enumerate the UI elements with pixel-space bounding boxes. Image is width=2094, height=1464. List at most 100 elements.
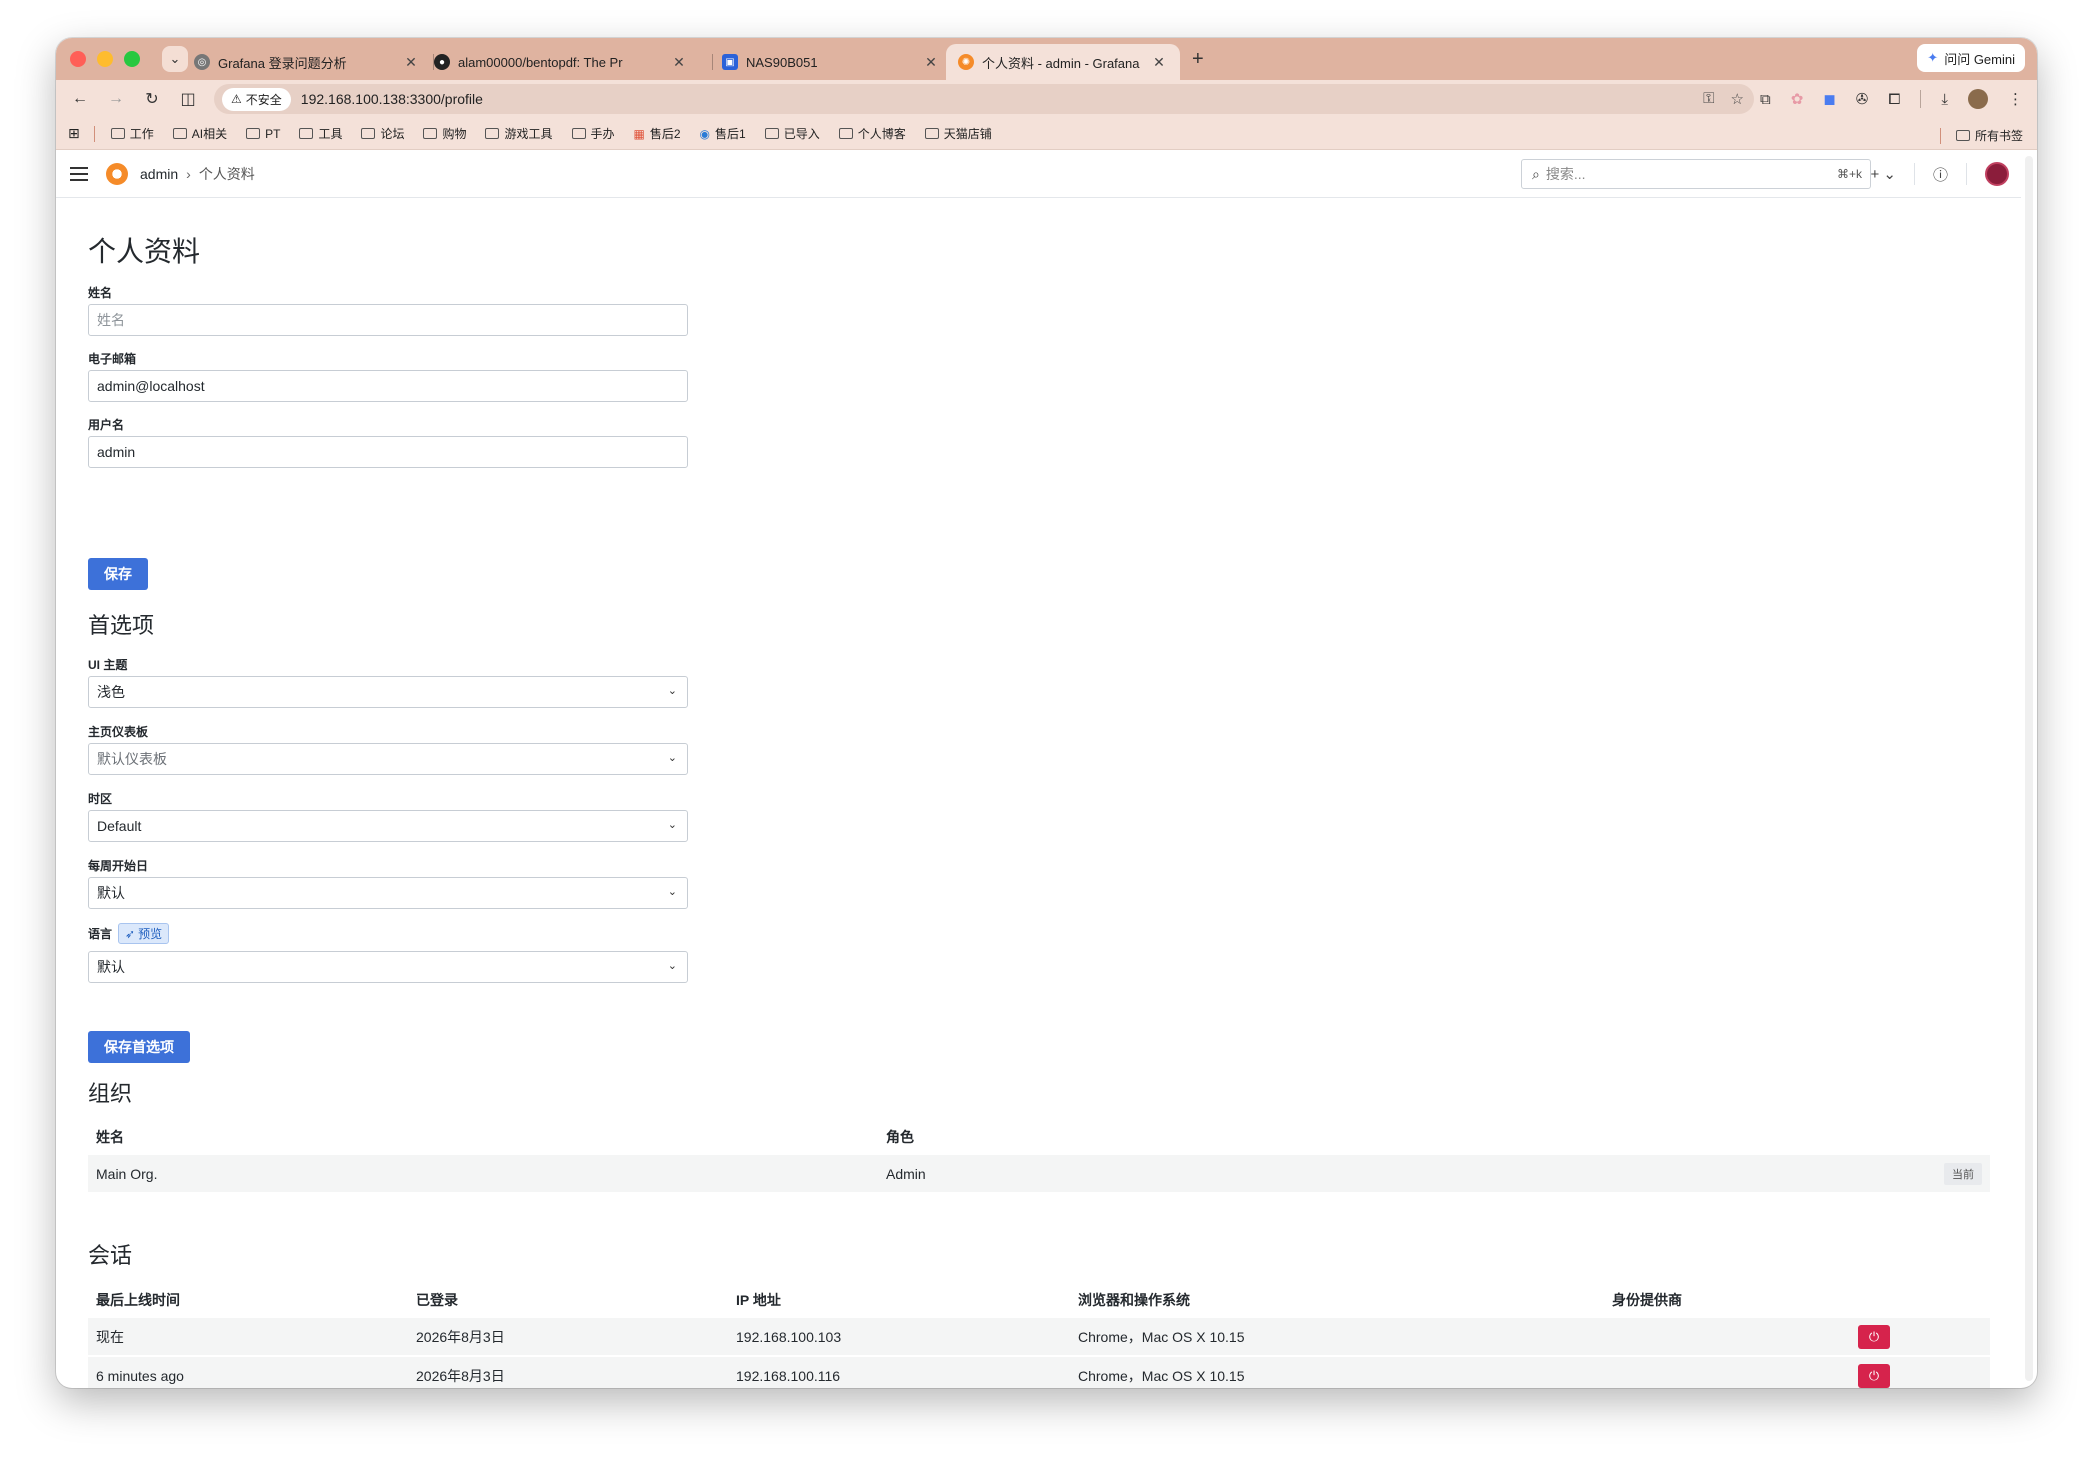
close-window-button[interactable]: [70, 51, 86, 67]
more-menu-icon[interactable]: ⋮: [2008, 90, 2023, 108]
breadcrumb-current: 个人资料: [198, 165, 255, 182]
save-preferences-button[interactable]: 保存首选项: [88, 1031, 190, 1063]
browser-tab-4-active[interactable]: ✺ 个人资料 - admin - Grafana ✕: [946, 44, 1180, 80]
chevron-down-icon: ⌄: [667, 752, 677, 764]
search-placeholder: 搜索...: [1545, 166, 1586, 182]
week-start-select[interactable]: 默认 ⌄: [88, 877, 688, 909]
bookmark-folder[interactable]: 购物: [423, 125, 466, 142]
revoke-session-button[interactable]: ⏻: [1858, 1324, 1890, 1349]
rocket-icon: ➶: [125, 926, 136, 941]
password-key-icon[interactable]: ⚿: [1703, 90, 1714, 108]
email-input[interactable]: [88, 370, 688, 402]
extension-icons: ⧉ ✿ ◼ ✇ ⧠ ⤓ ⋮: [1760, 89, 2023, 109]
language-label-row: 语言 ➶ 预览: [88, 923, 170, 944]
table-row: Main Org. Admin 当前: [88, 1155, 1990, 1192]
table-row: 现在 2026年8月3日 192.168.100.103 Chrome，Mac …: [88, 1318, 1990, 1355]
table-header: 最后上线时间 已登录 IP 地址 浏览器和操作系统 身份提供商: [96, 1291, 1682, 1308]
organizations-table: 姓名 角色 Main Org. Admin 当前: [88, 1118, 1990, 1194]
bookmark-folder[interactable]: 已导入: [764, 125, 820, 142]
bookmark-folder[interactable]: 手办: [571, 125, 615, 142]
bookmark-folder[interactable]: PT: [246, 127, 280, 141]
extensions-puzzle-icon[interactable]: ⧠: [1888, 91, 1900, 108]
table-row: 6 minutes ago 2026年8月3日 192.168.100.116 …: [88, 1357, 1990, 1388]
bookmark-folder[interactable]: 工作: [110, 125, 154, 142]
gemini-sparkle-icon: ✦: [1927, 50, 1939, 65]
all-bookmarks[interactable]: 所有书签: [1939, 127, 2023, 144]
grafana-logo-icon[interactable]: [106, 162, 128, 185]
close-tab-icon[interactable]: ✕: [1150, 54, 1168, 71]
username-input[interactable]: [88, 436, 688, 468]
user-avatar[interactable]: [1985, 162, 2009, 186]
folder-icon: [423, 128, 438, 139]
add-plus-dropdown-icon[interactable]: + ⌄: [1870, 165, 1896, 183]
theme-label: UI 主题: [88, 658, 128, 672]
new-tab-plus-icon[interactable]: +: [1192, 48, 1204, 71]
window-controls: [70, 51, 140, 67]
folder-icon: [838, 128, 853, 139]
browser-window: ⌄ ◎ Grafana 登录问题分析 ✕ ● alam00000/bentopd…: [56, 38, 2037, 1388]
folder-icon: [924, 128, 939, 139]
side-panel-icon[interactable]: ◫: [170, 89, 206, 109]
bookmark-folder[interactable]: 游戏工具: [485, 125, 553, 142]
maximize-window-button[interactable]: [124, 51, 140, 67]
pink-extension-icon[interactable]: ✿: [1791, 90, 1804, 108]
bookmark-folder[interactable]: AI相关: [172, 125, 227, 142]
power-icon: ⏻: [1868, 1367, 1880, 1383]
security-indicator[interactable]: ⚠ 不安全: [222, 87, 291, 111]
gemini-button[interactable]: ✦ 问问 Gemini: [1917, 44, 2025, 72]
week-start-label: 每周开始日: [88, 859, 149, 873]
search-bar[interactable]: ⌕ 搜索... ⌘+k: [1521, 159, 1871, 189]
language-select[interactable]: 默认 ⌄: [88, 951, 688, 983]
bookmark-folder[interactable]: 个人博客: [838, 125, 906, 142]
timezone-select[interactable]: Default ⌄: [88, 810, 688, 842]
forward-arrow-icon[interactable]: →: [98, 90, 134, 108]
screenshot-extension-icon[interactable]: ⧉: [1760, 91, 1771, 108]
home-dashboard-select[interactable]: 默认仪表板 ⌄: [88, 743, 688, 775]
bookmark-star-icon[interactable]: ☆: [1731, 90, 1744, 108]
reload-icon[interactable]: ↻: [134, 89, 170, 109]
theme-select[interactable]: 浅色 ⌄: [88, 676, 688, 708]
chatgpt-extension-icon[interactable]: ✇: [1856, 90, 1869, 108]
back-arrow-icon[interactable]: ←: [62, 90, 98, 108]
bookmark-folder[interactable]: 天猫店铺: [924, 125, 992, 142]
close-tab-icon[interactable]: ✕: [922, 54, 940, 71]
grafana-chat-favicon-icon: ◎: [194, 54, 210, 70]
bookmark-folder[interactable]: 论坛: [361, 125, 404, 142]
browser-toolbar: ← → ↻ ◫ ⚠ 不安全 192.168.100.138:3300/profi…: [56, 80, 2037, 118]
name-input[interactable]: [88, 304, 688, 336]
email-label: 电子邮箱: [88, 352, 137, 366]
profile-avatar[interactable]: [1968, 89, 1988, 109]
page-scrollbar[interactable]: [2025, 156, 2033, 1381]
minimize-window-button[interactable]: [97, 51, 113, 67]
windows-logo-icon: ▦: [633, 126, 645, 141]
chevron-down-icon: ⌄: [667, 819, 677, 831]
browser-tab-1[interactable]: ◎ Grafana 登录问题分析 ✕: [182, 44, 432, 80]
revoke-session-button[interactable]: ⏻: [1858, 1363, 1890, 1388]
preferences-title: 首选项: [88, 613, 155, 638]
bookmark-link[interactable]: ◉ 售后1: [700, 125, 746, 142]
name-label: 姓名: [88, 286, 113, 300]
folder-icon: [246, 128, 261, 139]
organizations-title: 组织: [88, 1081, 133, 1106]
preview-badge: ➶ 预览: [118, 923, 170, 944]
help-icon[interactable]: ⓘ: [1933, 164, 1948, 185]
sessions-title: 会话: [88, 1243, 133, 1268]
folder-icon: [571, 128, 586, 139]
save-profile-button[interactable]: 保存: [88, 558, 148, 590]
apps-grid-icon[interactable]: ⊞: [68, 125, 80, 142]
blue-extension-icon[interactable]: ◼: [1823, 90, 1835, 108]
address-bar[interactable]: ⚠ 不安全 192.168.100.138:3300/profile ⚿ ☆: [214, 84, 1754, 114]
bookmark-link[interactable]: ▦ 售后2: [634, 125, 681, 142]
browser-tab-3[interactable]: ▣ NAS90B051 ✕: [652, 44, 952, 80]
download-icon[interactable]: ⤓: [1941, 91, 1948, 108]
breadcrumb-admin[interactable]: admin: [140, 166, 178, 182]
search-icon: ⌕: [1532, 165, 1540, 182]
org-role: Admin: [886, 1165, 926, 1182]
close-tab-icon[interactable]: ✕: [402, 54, 420, 71]
home-dashboard-label: 主页仪表板: [88, 725, 149, 739]
url-text: 192.168.100.138:3300/profile: [300, 91, 483, 107]
menu-hamburger-icon[interactable]: [70, 166, 90, 181]
tab-strip: ⌄ ◎ Grafana 登录问题分析 ✕ ● alam00000/bentopd…: [56, 38, 2037, 80]
warning-triangle-icon: ⚠: [231, 92, 242, 106]
bookmark-folder[interactable]: 工具: [299, 125, 342, 142]
